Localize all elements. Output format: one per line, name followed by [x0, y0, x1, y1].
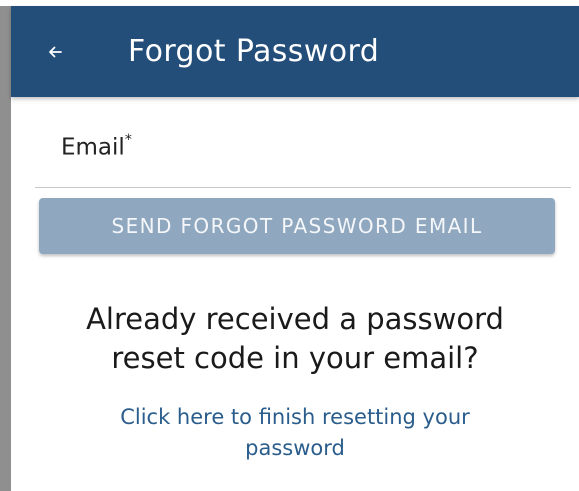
reset-code-heading-line2: reset code in your email?: [111, 341, 479, 375]
finish-resetting-link[interactable]: Click here to finish resetting your pass…: [11, 402, 579, 464]
main-content: Email* SEND FORGOT PASSWORD EMAIL Alread…: [11, 97, 579, 491]
email-field[interactable]: Email*: [35, 119, 571, 188]
arrow-left-icon: [47, 44, 63, 60]
email-label-text: Email: [61, 134, 125, 161]
app-bar: Forgot Password: [11, 6, 579, 97]
back-button[interactable]: [35, 32, 75, 72]
finish-resetting-link-line2: password: [245, 436, 345, 460]
required-marker: *: [124, 132, 132, 148]
reset-code-heading: Already received a password reset code i…: [11, 300, 579, 378]
finish-resetting-link-line1: Click here to finish resetting your: [120, 405, 470, 429]
reset-code-heading-line1: Already received a password: [86, 302, 504, 336]
window-edge: [0, 0, 11, 491]
email-label: Email*: [61, 132, 132, 161]
page-title: Forgot Password: [128, 34, 380, 69]
send-forgot-password-button[interactable]: SEND FORGOT PASSWORD EMAIL: [39, 198, 555, 254]
